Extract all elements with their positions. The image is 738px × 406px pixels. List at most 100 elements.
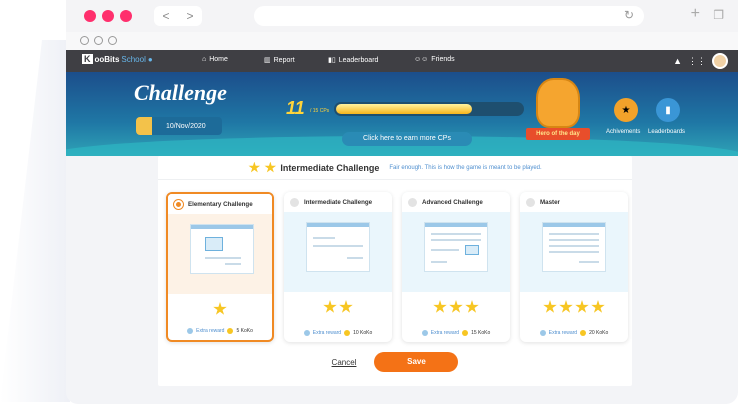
reload-icon[interactable]: ↻ bbox=[624, 8, 634, 22]
save-button[interactable]: Save bbox=[374, 352, 459, 372]
radio-icon[interactable] bbox=[526, 197, 535, 207]
koko-coin-icon bbox=[462, 330, 469, 336]
radio-icon[interactable] bbox=[408, 197, 417, 207]
challenge-banner: Challenge 10/Nov/2020 11 / 15 CPs Click … bbox=[66, 72, 738, 156]
radio-selected-icon[interactable] bbox=[174, 199, 183, 209]
browser-titlebar: < > ↻ + ❐ bbox=[66, 0, 738, 32]
tab-indicator-icon bbox=[80, 36, 89, 45]
info-icon[interactable] bbox=[303, 330, 310, 336]
difficulty-stars bbox=[168, 302, 272, 316]
challenge-cards: Elementary Challenge Extra reward 5 KoKo… bbox=[166, 192, 628, 342]
new-tab-icon[interactable]: + bbox=[691, 5, 700, 23]
notification-bell-icon[interactable]: ▲ bbox=[673, 56, 682, 66]
star-icon bbox=[449, 300, 463, 313]
radio-icon[interactable] bbox=[290, 197, 299, 207]
koko-coin-icon bbox=[580, 330, 587, 336]
card-label: Intermediate Challenge bbox=[304, 198, 373, 206]
tab-indicator-icon bbox=[94, 36, 103, 45]
friends-icon: ☺☺ bbox=[414, 56, 429, 63]
apps-grid-icon[interactable]: ⋮⋮ bbox=[688, 56, 706, 67]
star-icon bbox=[248, 161, 261, 173]
earn-cps-button[interactable]: Click here to earn more CPs bbox=[342, 132, 472, 146]
address-bar[interactable]: ↻ bbox=[254, 6, 644, 26]
nav-item-friends[interactable]: ☺☺ Friends bbox=[414, 56, 455, 63]
worksheet-image-icon bbox=[424, 222, 488, 272]
cp-max: / 15 CPs bbox=[310, 108, 330, 114]
info-icon[interactable] bbox=[187, 328, 194, 334]
reward-label: Extra reward bbox=[430, 330, 460, 336]
nav-item-label: Home bbox=[209, 56, 228, 63]
cp-progress-bar bbox=[334, 102, 524, 116]
logo-school: School bbox=[121, 54, 146, 64]
reward-row: Extra reward 15 KoKo bbox=[402, 330, 510, 336]
nav-item-home[interactable]: ⌂ Home bbox=[202, 56, 228, 63]
koobits-logo[interactable]: K ooBits School ● bbox=[82, 54, 153, 64]
screenshot-stage: < > ↻ + ❐ K ooBits School ● ⌂ Home ▥ Rep… bbox=[0, 0, 738, 406]
leaderboards-icon[interactable]: ▮ bbox=[656, 98, 680, 122]
info-icon[interactable] bbox=[539, 330, 546, 336]
hero-mascot-icon bbox=[536, 78, 580, 128]
info-icon[interactable] bbox=[421, 330, 428, 336]
star-icon bbox=[433, 300, 447, 313]
history-nav: < > bbox=[154, 6, 202, 26]
nav-item-report[interactable]: ▥ Report bbox=[264, 56, 295, 65]
minimize-window-icon[interactable] bbox=[102, 10, 114, 22]
hero-label: Hero of the day bbox=[526, 128, 590, 140]
panel-actions: Cancel Save bbox=[158, 352, 632, 372]
panel-header: Intermediate Challenge Fair enough. This… bbox=[158, 156, 632, 180]
back-button[interactable]: < bbox=[154, 6, 178, 26]
page-title: Challenge bbox=[134, 80, 227, 105]
date-text: 10/Nov/2020 bbox=[166, 122, 206, 130]
date-display: 10/Nov/2020 bbox=[136, 117, 222, 135]
leaderboards-label[interactable]: Leaderboards bbox=[648, 129, 685, 135]
card-header: Master bbox=[520, 192, 628, 212]
star-icon bbox=[213, 302, 227, 315]
worksheet-image-icon bbox=[542, 222, 606, 272]
tab-strip bbox=[66, 32, 738, 50]
reward-row: Extra reward 10 KoKo bbox=[284, 330, 392, 336]
koko-coin-icon bbox=[344, 330, 351, 336]
difficulty-stars bbox=[402, 300, 510, 314]
app-navbar: K ooBits School ● ⌂ Home ▥ Report ▮▯ Lea… bbox=[66, 50, 738, 72]
card-preview: Advanced Challenge bbox=[402, 192, 510, 292]
worksheet-image-icon bbox=[306, 222, 370, 272]
card-intermediate[interactable]: Intermediate Challenge Extra reward 10 K… bbox=[284, 192, 392, 342]
card-label: Advanced Challenge bbox=[422, 198, 483, 206]
cancel-button[interactable]: Cancel bbox=[332, 358, 357, 367]
star-icon bbox=[323, 300, 337, 313]
star-icon bbox=[264, 161, 277, 173]
card-advanced[interactable]: Advanced Challenge Extra reward 15 KoKo bbox=[402, 192, 510, 342]
window-shadow bbox=[0, 40, 70, 402]
forward-button[interactable]: > bbox=[178, 6, 202, 26]
report-icon: ▥ bbox=[264, 57, 271, 64]
tabs-overview-icon[interactable]: ❐ bbox=[713, 8, 724, 22]
reward-label: Extra reward bbox=[196, 328, 225, 334]
card-header: Advanced Challenge bbox=[402, 192, 510, 212]
achievements-label[interactable]: Achivements bbox=[606, 129, 640, 135]
card-label: Master bbox=[540, 198, 560, 206]
nav-item-label: Friends bbox=[431, 56, 455, 63]
nav-item-label: Report bbox=[273, 56, 295, 64]
maximize-window-icon[interactable] bbox=[120, 10, 132, 22]
card-header: Elementary Challenge bbox=[168, 194, 272, 214]
hero-of-the-day[interactable]: Hero of the day bbox=[526, 78, 590, 154]
difficulty-stars bbox=[520, 300, 628, 314]
cp-progress-fill bbox=[336, 104, 472, 114]
star-icon bbox=[559, 300, 573, 313]
card-master[interactable]: Master Extra reward 20 KoKo bbox=[520, 192, 628, 342]
challenge-select-panel: Intermediate Challenge Fair enough. This… bbox=[158, 156, 632, 386]
panel-subtitle: Fair enough. This is how the game is mea… bbox=[389, 164, 542, 171]
card-preview: Intermediate Challenge bbox=[284, 192, 392, 292]
card-label: Elementary Challenge bbox=[188, 200, 253, 208]
card-elementary[interactable]: Elementary Challenge Extra reward 5 KoKo bbox=[166, 192, 274, 342]
avatar[interactable] bbox=[712, 53, 728, 69]
reward-label: Extra reward bbox=[548, 330, 578, 336]
close-window-icon[interactable] bbox=[84, 10, 96, 22]
achievements-icon[interactable]: ★ bbox=[614, 98, 638, 122]
nav-right: ▲ ⋮⋮ bbox=[673, 53, 728, 69]
cp-value: 11 bbox=[286, 98, 305, 118]
reward-value: 20 KoKo bbox=[589, 330, 609, 336]
globe-icon: ● bbox=[147, 54, 153, 64]
nav-item-leaderboard[interactable]: ▮▯ Leaderboard bbox=[328, 56, 378, 65]
reward-value: 15 KoKo bbox=[471, 330, 491, 336]
